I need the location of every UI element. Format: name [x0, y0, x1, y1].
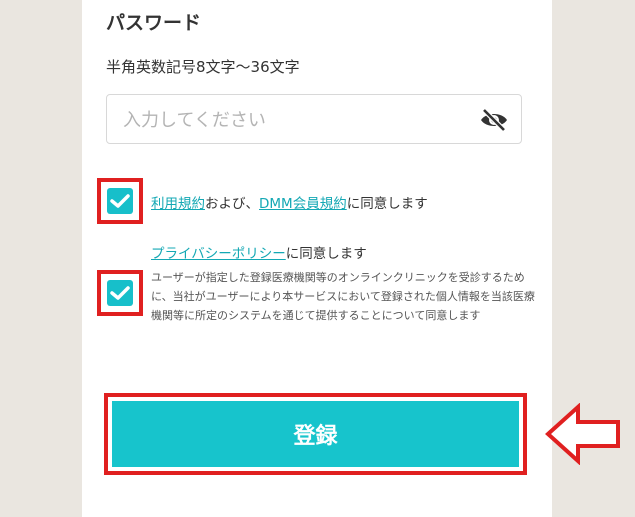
- password-input[interactable]: [121, 95, 465, 145]
- terms-agreement: 利用規約および、DMM会員規約に同意します: [151, 192, 428, 212]
- password-section-title: パスワード: [106, 12, 202, 34]
- check-icon: [110, 194, 130, 208]
- privacy-policy-link[interactable]: プライバシーポリシー: [151, 246, 286, 262]
- eye-off-icon[interactable]: [479, 107, 509, 133]
- privacy-checkbox[interactable]: [107, 280, 133, 306]
- register-button[interactable]: 登録: [112, 401, 519, 467]
- terms-between-text: および、: [205, 196, 259, 212]
- privacy-suffix-text: に同意します: [285, 246, 367, 262]
- terms-checkbox-highlight: [97, 178, 143, 224]
- check-icon: [110, 286, 130, 300]
- register-button-highlight: 登録: [104, 393, 527, 475]
- dmm-member-terms-link[interactable]: DMM会員規約: [259, 196, 347, 212]
- password-hint: 半角英数記号8文字〜36文字: [106, 58, 300, 76]
- terms-suffix-text: に同意します: [346, 196, 428, 212]
- password-field[interactable]: [106, 94, 522, 145]
- terms-of-use-link[interactable]: 利用規約: [151, 196, 205, 212]
- privacy-consent-text: ユーザーが指定した登録医療機関等のオンラインクリニックを受診するために、当社がユ…: [151, 271, 535, 322]
- privacy-agreement: プライバシーポリシーに同意します: [151, 242, 367, 262]
- left-arrow-icon: [545, 403, 620, 465]
- privacy-checkbox-highlight: [97, 270, 143, 316]
- terms-checkbox[interactable]: [107, 188, 133, 214]
